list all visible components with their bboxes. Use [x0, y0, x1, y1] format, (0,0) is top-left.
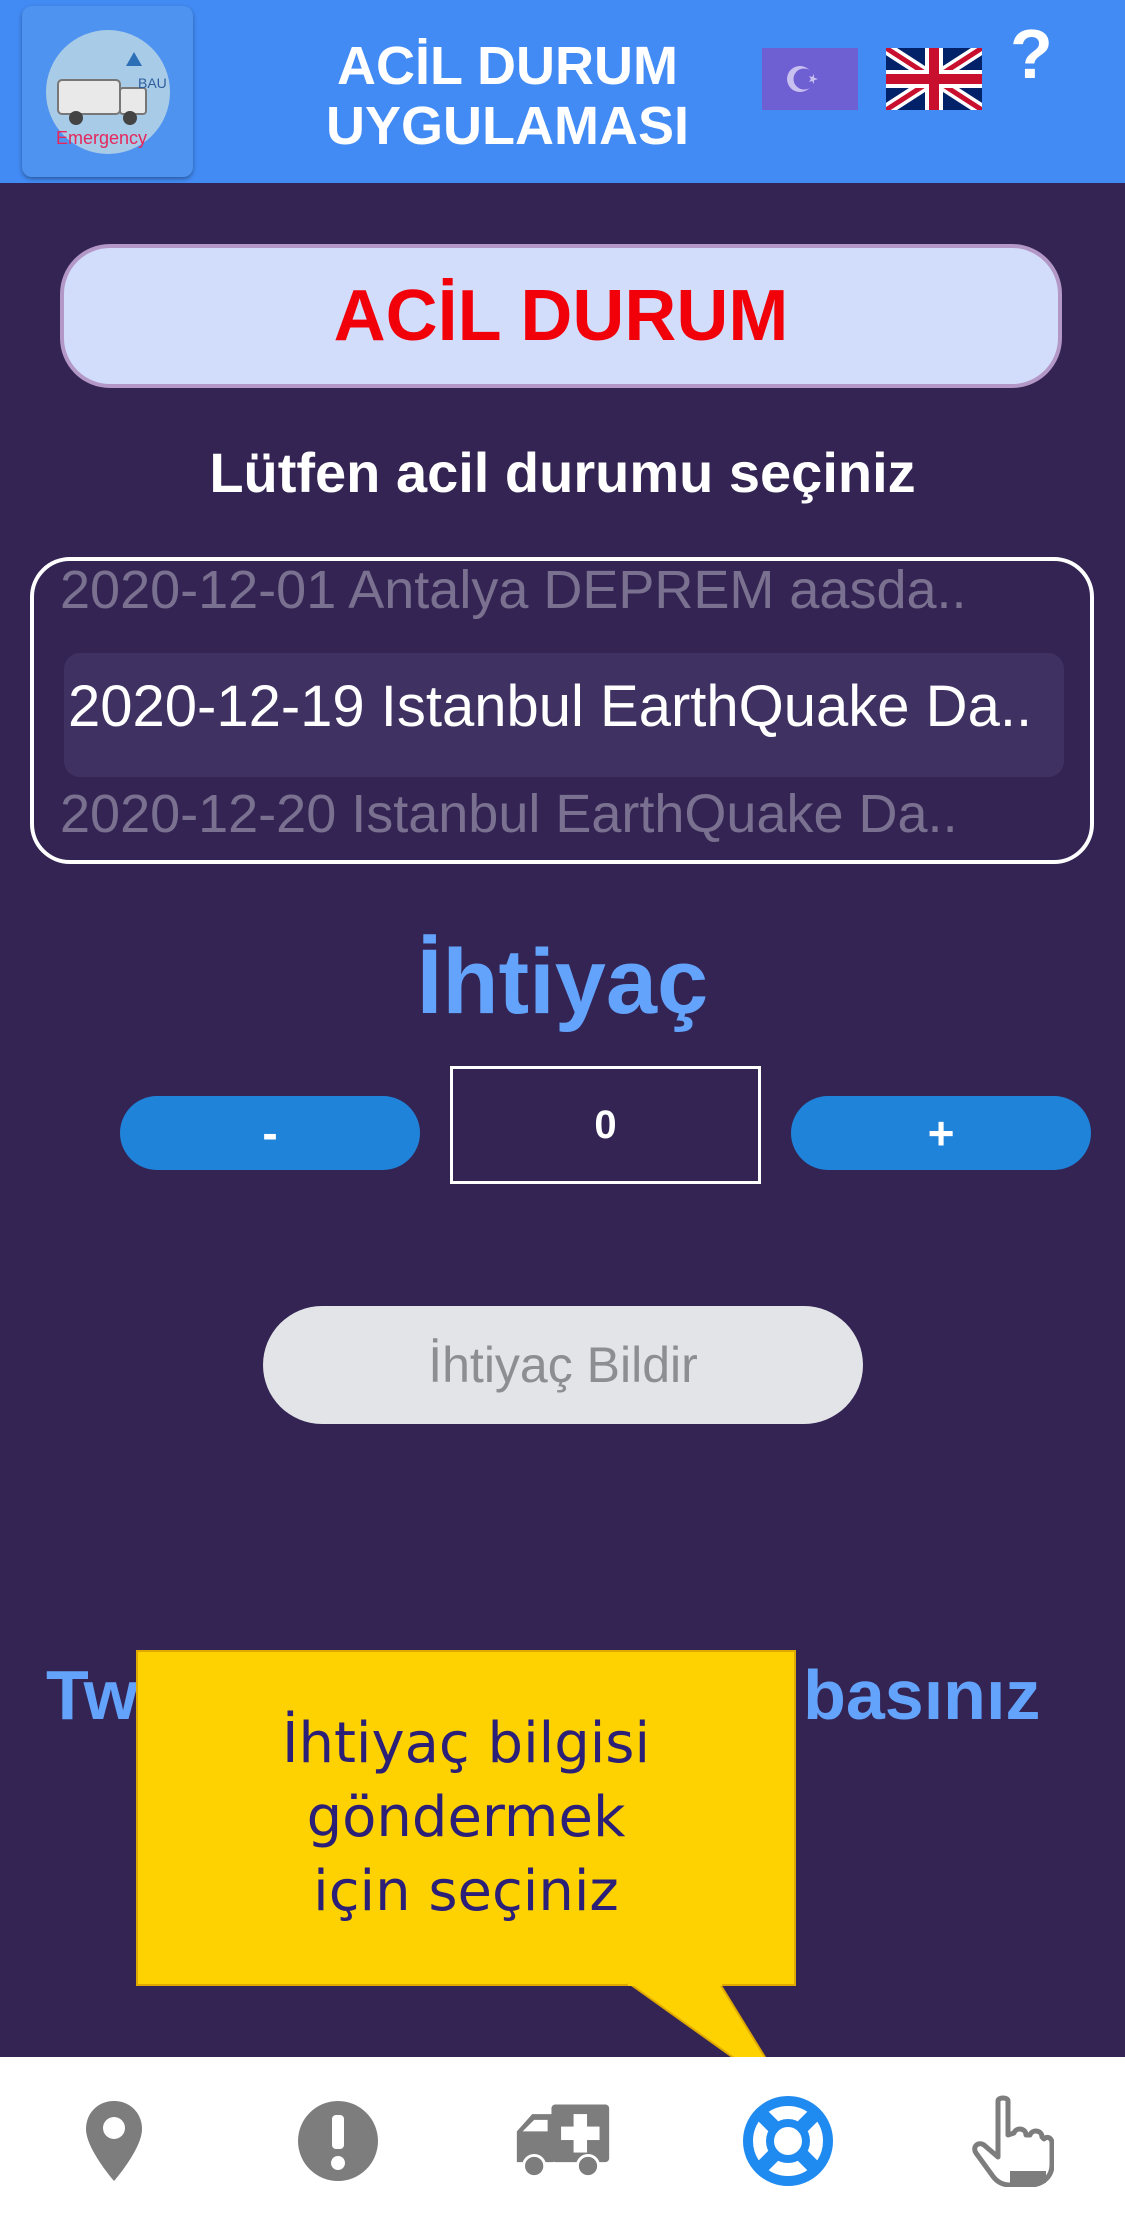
emergency-picker[interactable]: 2020-12-01 Antalya DEPREM aasda.. 2020-1… [30, 557, 1094, 864]
select-emergency-prompt: Lütfen acil durumu seçiniz [209, 441, 916, 504]
help-tooltip: İhtiyaç bilgisi göndermek için seçiniz [136, 1650, 796, 1986]
decrease-button[interactable]: - [120, 1096, 420, 1170]
bottom-tab-bar [0, 2057, 1125, 2217]
tooltip-line: göndermek [306, 1785, 626, 1850]
alert-icon[interactable] [288, 2093, 388, 2189]
ambulance-icon[interactable] [513, 2093, 613, 2189]
app-header: BAU Emergency ACİL DURUM UYGULAMASI ? [0, 0, 1125, 183]
app-title-line2: UYGULAMASI [326, 96, 689, 156]
turkey-flag-icon[interactable] [762, 48, 858, 110]
svg-text:Emergency: Emergency [56, 128, 147, 148]
report-need-button[interactable]: İhtiyaç Bildir [263, 1306, 863, 1424]
app-logo: BAU Emergency [22, 6, 193, 177]
need-title: İhtiyaç [416, 931, 709, 1033]
app-title-line1: ACİL DURUM [337, 36, 678, 96]
quantity-field[interactable]: 0 [450, 1066, 761, 1184]
emergency-button[interactable]: ACİL DURUM [60, 244, 1062, 388]
picker-item-selected[interactable]: 2020-12-19 Istanbul EarthQuake Da.. [68, 673, 1058, 740]
picker-item[interactable]: 2020-12-20 Istanbul EarthQuake Da.. [60, 783, 1070, 845]
help-icon[interactable]: ? [1010, 14, 1053, 94]
svg-text:BAU: BAU [138, 75, 167, 91]
hand-pointer-icon[interactable] [962, 2093, 1062, 2189]
increase-button[interactable]: + [791, 1096, 1091, 1170]
uk-flag-icon[interactable] [886, 48, 982, 110]
tooltip-line: İhtiyaç bilgisi [281, 1711, 651, 1776]
picker-item[interactable]: 2020-12-01 Antalya DEPREM aasda.. [60, 561, 1070, 621]
app-title: ACİL DURUM UYGULAMASI [270, 36, 745, 156]
tooltip-line: için seçiniz [313, 1859, 619, 1924]
map-pin-icon[interactable] [64, 2093, 164, 2189]
lifebuoy-icon[interactable] [738, 2093, 838, 2189]
